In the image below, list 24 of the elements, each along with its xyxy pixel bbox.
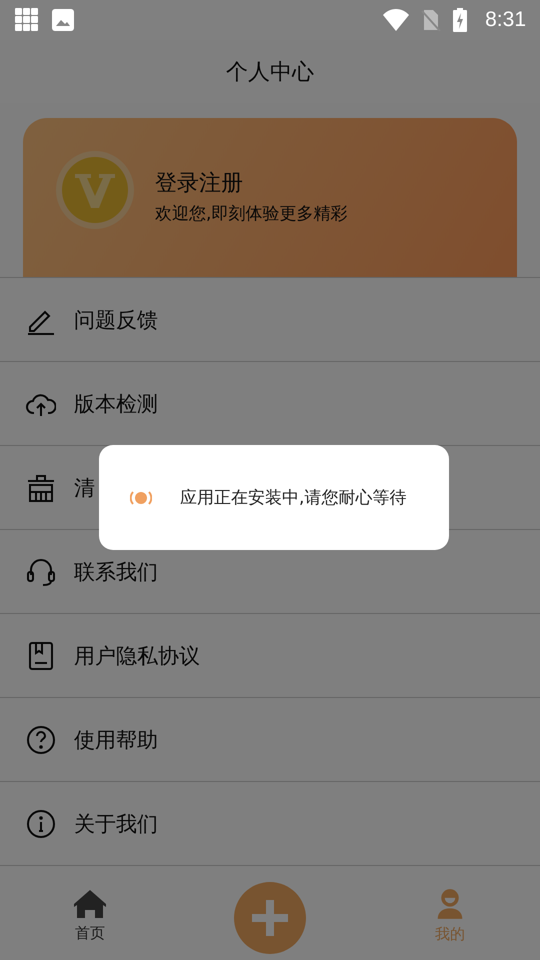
add-button[interactable] xyxy=(234,882,306,954)
image-icon xyxy=(52,9,74,31)
battery-icon xyxy=(453,8,468,32)
help-icon xyxy=(26,724,56,754)
login-card[interactable]: 登录注册 欢迎您,即刻体验更多精彩 xyxy=(23,118,517,277)
apps-grid-icon xyxy=(14,8,40,32)
no-sim-icon xyxy=(421,9,442,31)
status-time: 8:31 xyxy=(485,8,526,32)
welcome-text: 欢迎您,即刻体验更多精彩 xyxy=(155,203,348,225)
nav-tab[interactable]: 首页 xyxy=(0,884,180,942)
menu-item[interactable]: 用户隐私协议 xyxy=(0,613,540,697)
info-icon xyxy=(26,808,56,838)
spinner-icon xyxy=(130,490,152,506)
page-title: 个人中心 xyxy=(226,58,314,86)
document-icon xyxy=(26,640,56,670)
basket-icon xyxy=(26,472,56,502)
installing-message: 应用正在安装中,请您耐心等待 xyxy=(180,487,406,509)
headset-icon xyxy=(26,556,56,586)
login-register-label: 登录注册 xyxy=(155,170,244,198)
menu-item[interactable]: 问题反馈 xyxy=(0,277,540,361)
menu-item[interactable]: 使用帮助 xyxy=(0,697,540,781)
wifi-icon xyxy=(383,9,410,31)
user-icon xyxy=(436,888,464,918)
home-icon xyxy=(74,890,106,918)
